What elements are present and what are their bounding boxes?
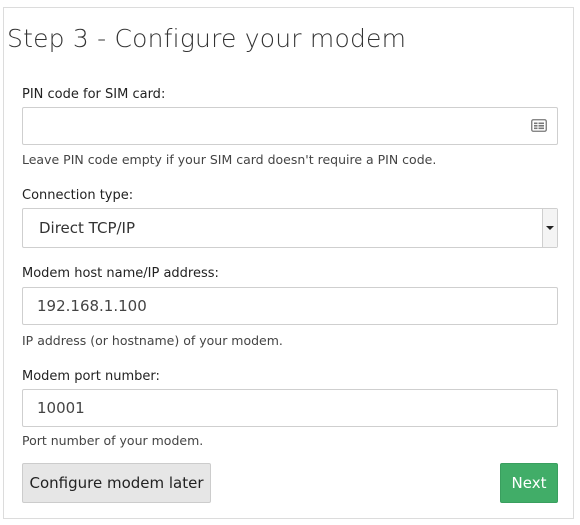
configure-later-button[interactable]: Configure modem later <box>22 463 211 503</box>
port-help-text: Port number of your modem. <box>22 433 204 448</box>
host-help-text: IP address (or hostname) of your modem. <box>22 333 283 348</box>
host-input[interactable]: 192.168.1.100 <box>22 287 558 325</box>
connection-type-selected: Direct TCP/IP <box>39 219 136 237</box>
connection-type-label: Connection type: <box>22 188 134 203</box>
chevron-down-icon[interactable] <box>542 209 557 247</box>
pin-label: PIN code for SIM card: <box>22 87 166 102</box>
port-value: 10001 <box>37 399 85 417</box>
host-label: Modem host name/IP address: <box>22 266 219 281</box>
port-label: Modem port number: <box>22 369 160 384</box>
connection-type-select[interactable]: Direct TCP/IP <box>22 208 558 248</box>
host-value: 192.168.1.100 <box>37 297 147 315</box>
pin-help-text: Leave PIN code empty if your SIM card do… <box>22 152 437 167</box>
next-button[interactable]: Next <box>500 463 558 503</box>
page-title: Step 3 - Configure your modem <box>7 24 407 53</box>
id-card-icon <box>531 119 547 132</box>
pin-input[interactable] <box>22 107 558 145</box>
port-input[interactable]: 10001 <box>22 389 558 427</box>
